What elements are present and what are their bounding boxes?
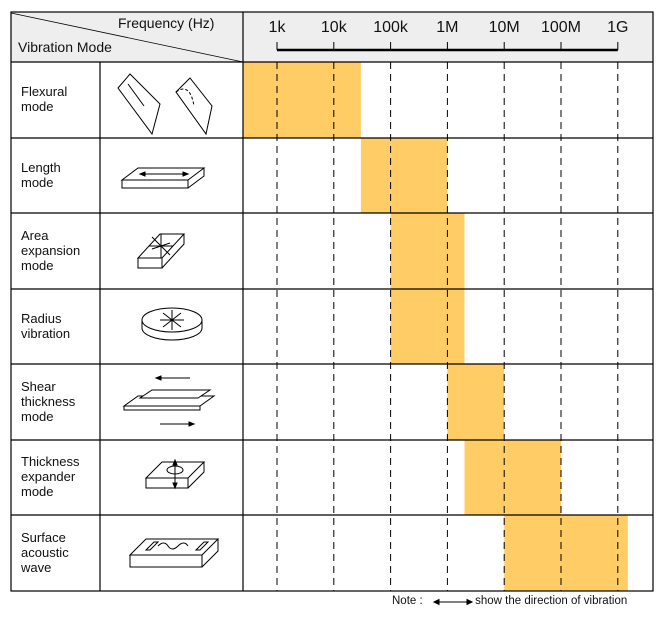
tick-label: 10M — [488, 19, 520, 36]
shear-plates-icon — [122, 375, 216, 427]
note-text: show the direction of vibration — [475, 595, 628, 607]
tick-label: 10k — [320, 19, 347, 36]
flexural-bar-icon — [117, 73, 213, 136]
note-prefix: Note : — [392, 595, 423, 607]
note: Note : show the direction of vibration — [392, 595, 627, 607]
thickness-plate-icon — [144, 458, 206, 490]
frequency-axis-label: Frequency (Hz) — [118, 15, 215, 31]
tick-label: 100M — [540, 19, 582, 36]
disc-radial-icon — [141, 307, 203, 341]
frequency-band — [390, 213, 465, 289]
saw-device-icon — [128, 538, 220, 568]
frequency-band — [464, 440, 561, 515]
square-plate-radial-icon — [136, 233, 186, 269]
frequency-band — [390, 289, 465, 364]
tick-label: 100k — [373, 19, 408, 36]
vibration-mode-header: Vibration Mode — [18, 39, 112, 55]
mode-label: Area expansion mode — [21, 227, 81, 273]
frequency-band — [504, 515, 628, 591]
tick-label: 1G — [607, 19, 629, 36]
mode-label: Flexural mode — [21, 84, 68, 114]
tick-label: 1k — [268, 19, 286, 36]
mode-label: Radius vibration — [21, 310, 71, 341]
mode-label: Surface acoustic wave — [21, 529, 69, 575]
mode-label: Shear thickness mode — [21, 378, 76, 424]
frequency-band — [360, 138, 448, 213]
mode-label: Length mode — [21, 159, 61, 190]
frequency-band — [243, 62, 361, 138]
vibration-mode-diagram — [10, 11, 654, 606]
mode-label: Thickness expander mode — [21, 454, 80, 499]
length-plate-icon — [120, 167, 206, 189]
tick-label: 1M — [436, 19, 459, 36]
frequency-band — [447, 364, 505, 440]
